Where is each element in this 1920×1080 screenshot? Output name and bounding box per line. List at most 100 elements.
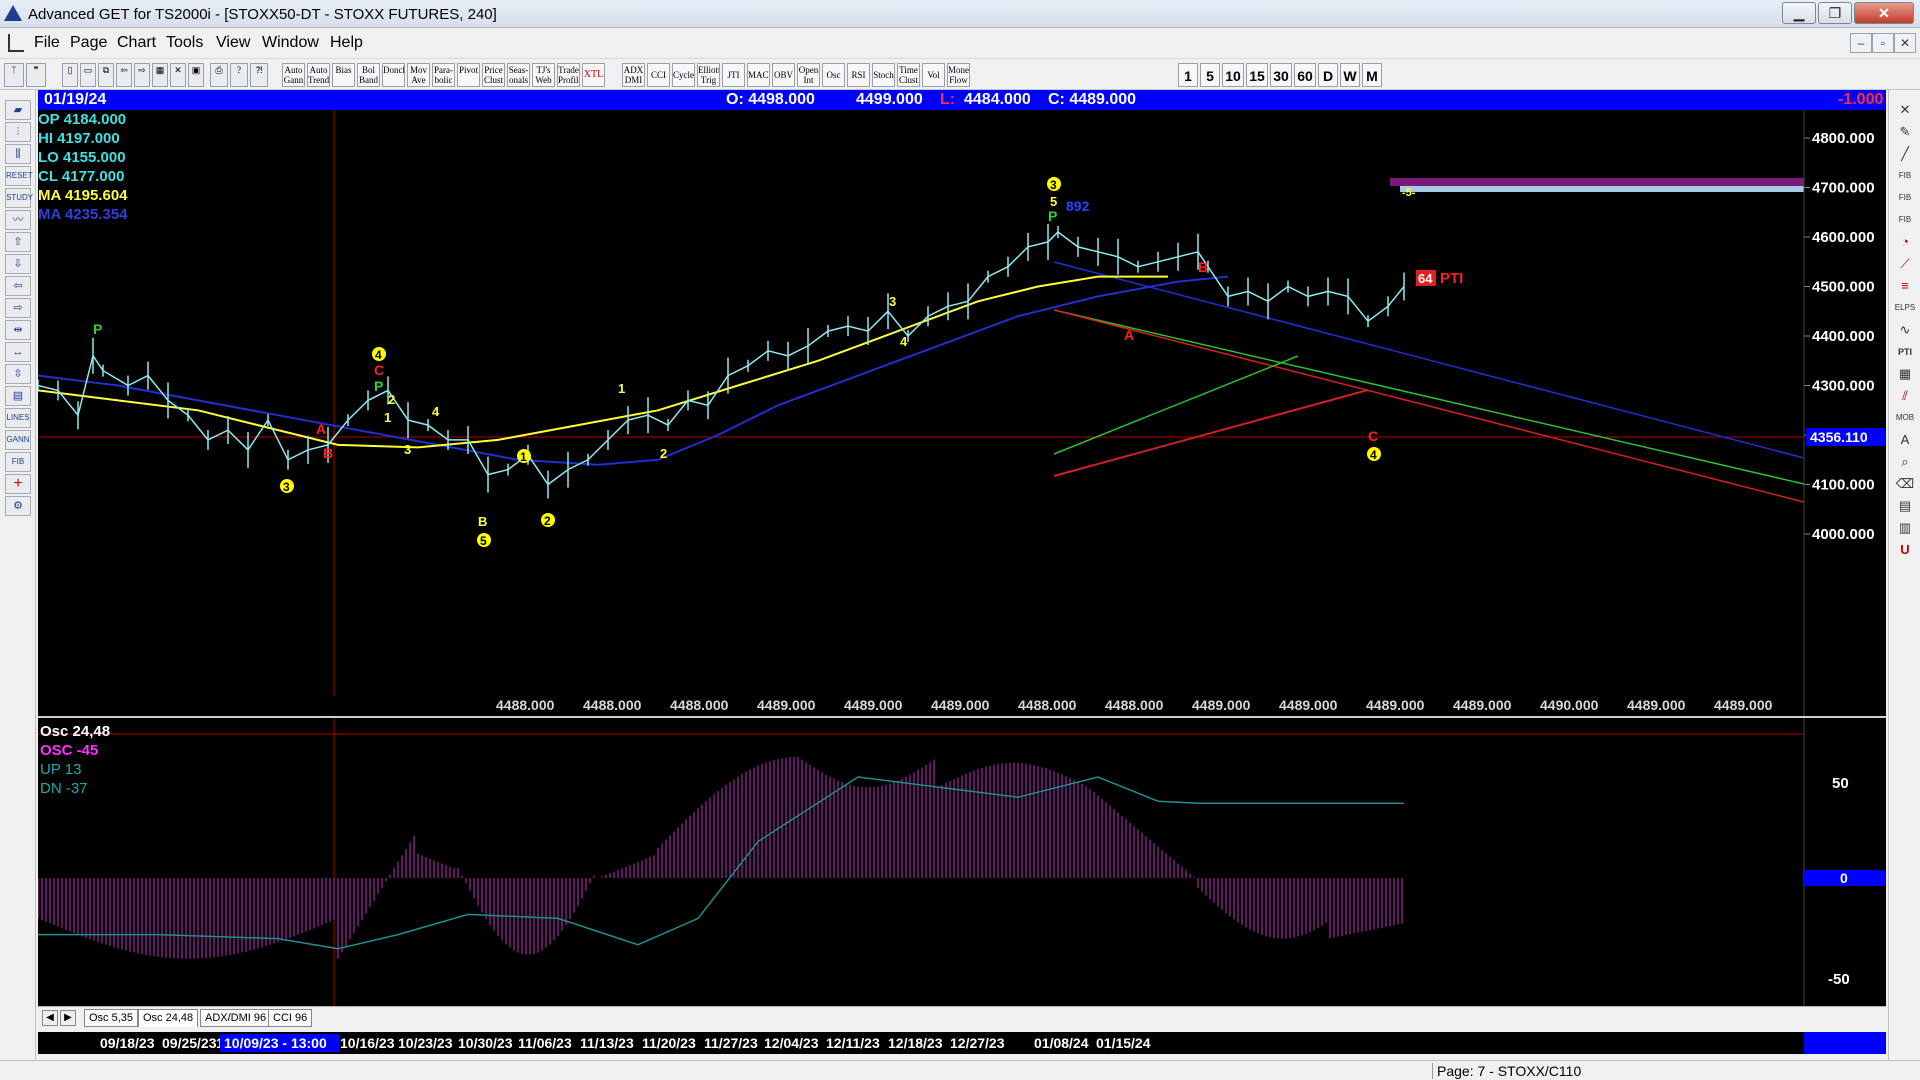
fib-icon[interactable]: FIB <box>5 452 31 472</box>
close-tool-icon[interactable]: ✕ <box>1893 100 1917 120</box>
menu-tools[interactable]: Tools <box>166 34 203 52</box>
vol-button[interactable]: Vol <box>922 63 945 87</box>
reset-icon[interactable]: RESET <box>5 166 33 186</box>
menu-page[interactable]: Page <box>70 34 107 52</box>
fan-lines-icon[interactable]: ⟋ <box>1893 254 1917 274</box>
time-clust-button[interactable]: Time Clust <box>897 63 920 87</box>
layers-icon[interactable]: ▥ <box>1893 518 1917 538</box>
tab-adx-dmi-96[interactable]: ADX/DMI 96 <box>200 1009 272 1027</box>
jti-button[interactable]: JTI <box>722 63 745 87</box>
period-60-button[interactable]: 60 <box>1294 63 1316 87</box>
chart-window-icon[interactable]: ▣ <box>188 63 204 87</box>
donch-button[interactable]: Donch <box>382 63 405 87</box>
new-page-icon[interactable]: ▯ <box>62 63 78 87</box>
arrow-down-icon[interactable]: ⇩ <box>5 254 31 274</box>
tab-cci-96[interactable]: CCI 96 <box>268 1009 313 1027</box>
menu-window[interactable]: Window <box>262 34 319 52</box>
cycles-button[interactable]: Cycles <box>672 63 695 87</box>
cursor-icon[interactable]: ᛉ <box>4 63 24 87</box>
period-d-button[interactable]: D <box>1318 63 1338 87</box>
open-icon[interactable]: ▰ <box>5 100 31 120</box>
minimize-button[interactable]: ▁ <box>1782 2 1816 24</box>
tab-osc-24-48[interactable]: Osc 24,48 <box>138 1009 199 1027</box>
quote-icon[interactable]: ❞ <box>26 63 46 87</box>
mov-ave-button[interactable]: Mov Ave <box>407 63 430 87</box>
oscillator-canvas[interactable]: 50 0 -50 <box>38 718 1886 1006</box>
seasonals-button[interactable]: Seas- onals <box>507 63 530 87</box>
adx-dmi-button[interactable]: ADX DMI <box>622 63 645 87</box>
price-clust-button[interactable]: Price Clust <box>482 63 505 87</box>
pti-tool-icon[interactable]: PTI <box>1893 342 1917 362</box>
close-button[interactable]: ✕ <box>1854 2 1914 24</box>
forward-icon[interactable]: ⇨ <box>134 63 150 87</box>
settings-icon[interactable]: ⚙ <box>5 496 31 516</box>
table-icon[interactable]: ▤ <box>5 386 31 406</box>
auto-gann-button[interactable]: Auto Gann <box>282 63 305 87</box>
context-help-icon[interactable]: ⁈ <box>250 63 268 87</box>
fib-ret-icon[interactable]: FIB <box>1893 166 1917 186</box>
xtl-button[interactable]: XTL <box>582 63 605 87</box>
mdi-restore-button[interactable]: ▫ <box>1872 33 1894 53</box>
open-int-button[interactable]: Open Int <box>797 63 820 87</box>
price-chart[interactable]: P A B 3 4 C P 2 1 4 3 B 5 1 2 1 2 3 4 3 … <box>38 110 1886 716</box>
copy-icon[interactable]: ⧉ <box>98 63 114 87</box>
arrow-up-icon[interactable]: ⇧ <box>5 232 31 252</box>
menu-file[interactable]: File <box>34 34 60 52</box>
menu-chart[interactable]: Chart <box>117 34 156 52</box>
notes-icon[interactable]: ▤ <box>1893 496 1917 516</box>
mdi-minimize-button[interactable]: ‒ <box>1850 33 1872 53</box>
retracement-icon[interactable]: ⫽ <box>1893 386 1917 406</box>
grid-icon[interactable]: ▦ <box>152 63 168 87</box>
magnet-icon[interactable]: U <box>1893 540 1917 560</box>
period-30-button[interactable]: 30 <box>1270 63 1292 87</box>
auto-trend-button[interactable]: Auto Trend <box>307 63 330 87</box>
elps-icon[interactable]: ELPS <box>1893 298 1917 318</box>
arrow-right-icon[interactable]: ⇨ <box>5 298 31 318</box>
expand-icon[interactable]: ↔ <box>5 342 31 362</box>
tab-scroll-left-icon[interactable]: ◀ <box>42 1010 58 1026</box>
compress-icon[interactable]: ⇹ <box>5 320 31 340</box>
parabolic-button[interactable]: Para- bolic <box>432 63 455 87</box>
maximize-button[interactable]: ❐ <box>1818 2 1852 24</box>
elliott-trig-button[interactable]: Elliott Trig <box>697 63 720 87</box>
menu-view[interactable]: View <box>216 34 250 52</box>
money-flow-button[interactable]: Money Flow <box>947 63 970 87</box>
crosshair-icon[interactable]: + <box>5 474 31 494</box>
bias-button[interactable]: Bias <box>332 63 355 87</box>
menu-help[interactable]: Help <box>330 34 363 52</box>
elliott-icon[interactable]: 〰 <box>5 210 31 230</box>
zoom-icon[interactable]: ⌕ <box>1893 452 1917 472</box>
period-5-button[interactable]: 5 <box>1200 63 1220 87</box>
erase-icon[interactable]: ⌫ <box>1893 474 1917 494</box>
osc-button[interactable]: Osc <box>822 63 845 87</box>
delete-icon[interactable]: ✕ <box>170 63 186 87</box>
scale-icon[interactable]: ⇳ <box>5 364 31 384</box>
back-icon[interactable]: ⇦ <box>116 63 132 87</box>
pencil-icon[interactable]: ✎ <box>1893 122 1917 142</box>
print-icon[interactable]: ⎙ <box>210 63 228 87</box>
fib-ext-icon[interactable]: FIB <box>1893 188 1917 208</box>
pivot-button[interactable]: Pivot <box>457 63 480 87</box>
help-icon[interactable]: ? <box>230 63 248 87</box>
period-10-button[interactable]: 10 <box>1222 63 1244 87</box>
tab-osc-5-35[interactable]: Osc 5,35 <box>84 1009 139 1027</box>
trade-profile-button[interactable]: Trade Profile <box>557 63 580 87</box>
macd-button[interactable]: MACD <box>747 63 770 87</box>
mdi-close-button[interactable]: ✕ <box>1894 33 1916 53</box>
stoch-button[interactable]: Stoch <box>872 63 895 87</box>
wave-icon[interactable]: ∿ <box>1893 320 1917 340</box>
period-m-button[interactable]: M <box>1362 63 1382 87</box>
gann-fan-icon[interactable]: ◔ <box>1893 232 1917 252</box>
grid-tool-icon[interactable]: ▦ <box>1893 364 1917 384</box>
obv-button[interactable]: OBV <box>772 63 795 87</box>
line-tool-icon[interactable]: ╱ <box>1893 144 1917 164</box>
price-chart-canvas[interactable]: P A B 3 4 C P 2 1 4 3 B 5 1 2 1 2 3 4 3 … <box>38 110 1886 716</box>
arrow-left-icon[interactable]: ⇦ <box>5 276 31 296</box>
text-tool-icon[interactable]: A <box>1893 430 1917 450</box>
bol-band-button[interactable]: Bol Band <box>357 63 380 87</box>
period-15-button[interactable]: 15 <box>1246 63 1268 87</box>
study-icon[interactable]: STUDY <box>5 188 33 208</box>
oscillator-panel[interactable]: 50 0 -50 Osc 24,48 OSC -45 UP 13 DN -37 <box>38 716 1886 1006</box>
bars-icon[interactable]: ⫶ <box>5 122 31 142</box>
mob-icon[interactable]: MOB <box>1893 408 1917 428</box>
